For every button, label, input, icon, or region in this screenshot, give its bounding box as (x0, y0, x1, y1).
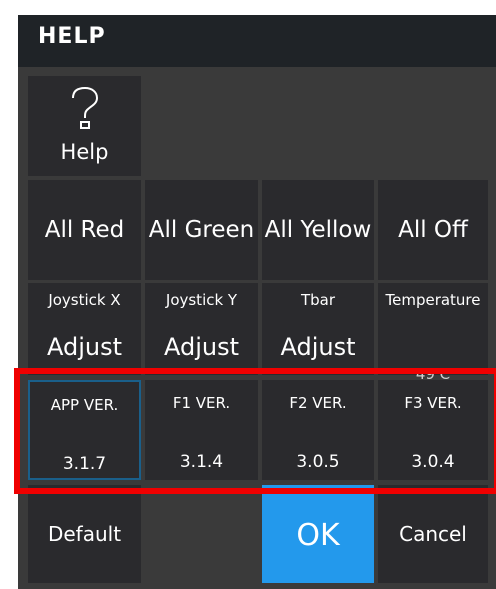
tbar-value: Adjust (280, 333, 356, 361)
ok-label: OK (296, 518, 340, 553)
cancel-label: Cancel (399, 522, 467, 546)
all-green-label: All Green (148, 217, 255, 243)
help-label: Help (60, 140, 109, 164)
cancel-button[interactable]: Cancel (378, 485, 488, 583)
ok-button[interactable]: OK (262, 488, 374, 583)
joystick-x-adjust-button[interactable]: Joystick X Adjust (28, 283, 141, 375)
all-off-button[interactable]: All Off (378, 180, 488, 280)
dialog-title: HELP (38, 24, 106, 49)
joystick-y-value: Adjust (163, 333, 240, 361)
default-label: Default (47, 522, 122, 546)
tbar-adjust-button[interactable]: Tbar Adjust (262, 283, 374, 375)
joystick-x-title: Joystick X (48, 291, 121, 309)
all-yellow-button[interactable]: All Yellow (262, 180, 374, 280)
all-red-button[interactable]: All Red (28, 180, 141, 280)
all-yellow-label: All Yellow (264, 217, 372, 243)
temperature-title: Temperature (385, 291, 481, 309)
all-off-label: All Off (398, 217, 468, 243)
help-button[interactable]: Help (28, 76, 141, 176)
all-green-button[interactable]: All Green (145, 180, 258, 280)
joystick-y-adjust-button[interactable]: Joystick Y Adjust (145, 283, 258, 375)
all-red-label: All Red (44, 217, 125, 243)
question-icon (72, 86, 99, 129)
default-button[interactable]: Default (28, 485, 141, 583)
temperature-tile: Temperature 49 C (378, 283, 488, 383)
tbar-title: Tbar (300, 291, 336, 309)
joystick-y-title: Joystick Y (165, 291, 238, 309)
joystick-x-value: Adjust (46, 333, 123, 361)
highlight-box (14, 368, 496, 494)
